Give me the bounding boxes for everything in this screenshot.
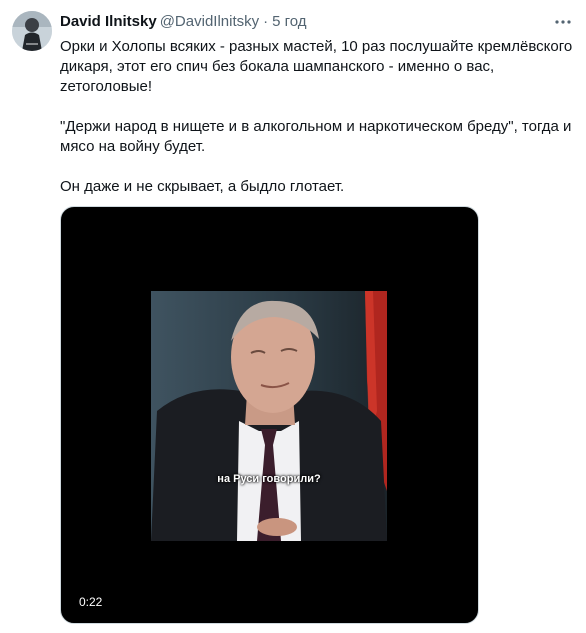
video-caption: на Руси говорили? [217,473,321,485]
video-duration: 0:22 [79,595,103,609]
tweet-timestamp[interactable]: 5 год [272,13,306,30]
video-frame[interactable]: на Руси говорили? [151,291,387,541]
tweet-text: Орки и Холопы всяких - разных мастей, 10… [60,37,580,197]
tweet-paragraph-1: Орки и Холопы всяких - разных мастей, 10… [60,38,573,95]
tweet-paragraph-3: Он даже и не скрывает, а быдло глотает. [60,178,345,195]
more-dots-icon [555,20,571,24]
tweet[interactable]: David Ilnitsky @DavidIlnitsky · 5 год Орки … [0,0,586,633]
more-options-button[interactable] [548,7,578,37]
tweet-paragraph-2: "Держи народ в нищете и в алкогольном и … [60,118,572,155]
author-handle[interactable]: @DavidIlnitsky [160,13,259,30]
avatar[interactable] [12,11,52,51]
tweet-header: David Ilnitsky @DavidIlnitsky · 5 год [60,13,307,31]
author-display-name[interactable]: David Ilnitsky [60,13,157,30]
header-separator: · [263,13,269,30]
video-thumbnail-image [151,291,387,541]
video-player[interactable]: на Руси говорили? 0:22 [60,206,479,624]
